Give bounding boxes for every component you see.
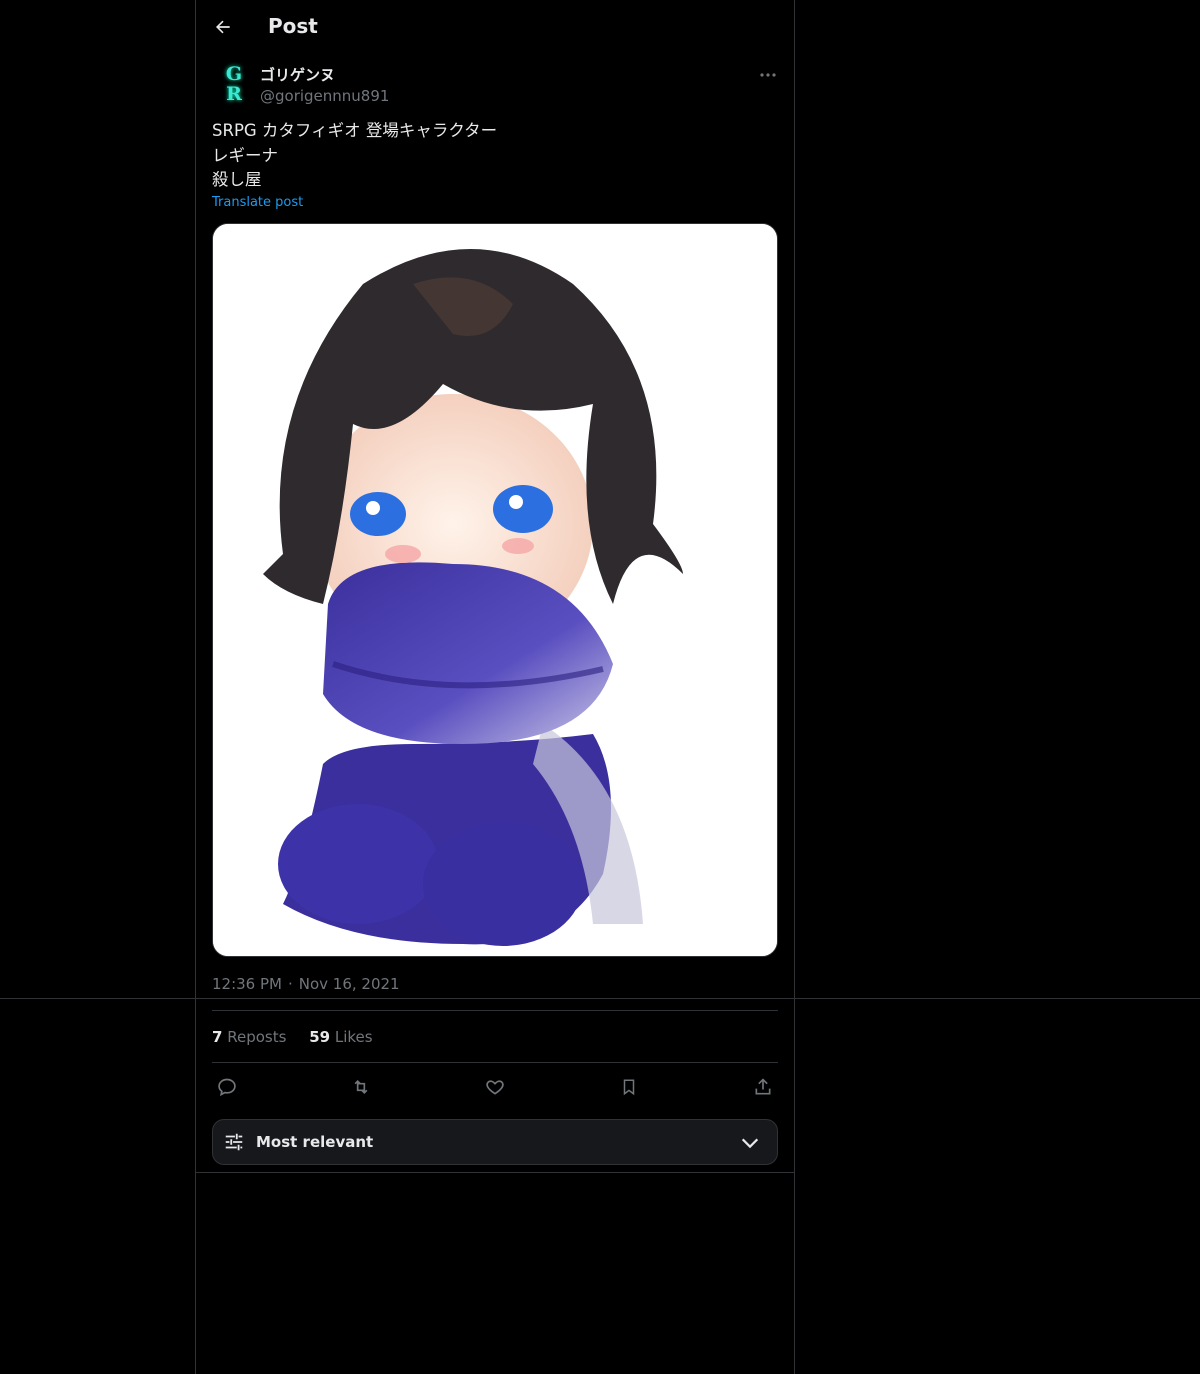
more-icon — [760, 73, 776, 77]
more-options-button[interactable] — [756, 64, 780, 86]
reply-button[interactable] — [212, 1072, 242, 1102]
reposts-count: 7 — [212, 1028, 223, 1046]
reply-icon — [218, 1078, 236, 1097]
like-button[interactable] — [480, 1072, 510, 1102]
post-date: Nov 16, 2021 — [298, 975, 400, 993]
author-handle[interactable]: @gorigennnu891 — [260, 86, 389, 106]
post-text: SRPG カタフィギオ 登場キャラクター レギーナ殺し屋 — [212, 119, 497, 193]
bookmark-icon — [623, 1079, 635, 1096]
share-icon — [755, 1078, 771, 1095]
reposts-stat[interactable]: 7 Reposts — [212, 1027, 286, 1047]
divider — [0, 998, 1200, 999]
repost-button[interactable] — [346, 1072, 376, 1102]
divider — [195, 1172, 794, 1173]
likes-label: Likes — [334, 1028, 373, 1046]
post-line: 殺し屋 — [212, 170, 262, 189]
post-actions — [212, 1072, 778, 1102]
translate-post-link[interactable]: Translate post — [212, 194, 303, 212]
post-stats: 7 Reposts 59 Likes — [212, 1027, 391, 1047]
post-time: 12:36 PM — [212, 975, 282, 993]
heart-icon — [486, 1080, 504, 1095]
post-timestamp[interactable]: 12:36 PM · Nov 16, 2021 — [212, 974, 400, 994]
illustration — [213, 224, 777, 956]
repost-icon — [354, 1079, 368, 1095]
likes-count: 59 — [309, 1028, 331, 1046]
sort-label: Most relevant — [256, 1133, 374, 1151]
sliders-icon — [225, 1133, 243, 1151]
divider — [212, 1062, 778, 1063]
share-button[interactable] — [748, 1072, 778, 1102]
arrow-left-icon — [216, 20, 230, 34]
meta-separator: · — [287, 975, 293, 993]
avatar-letter: R — [226, 83, 242, 105]
post-line: レギーナ — [212, 145, 278, 165]
back-button[interactable] — [212, 14, 234, 40]
post-image[interactable] — [212, 223, 778, 957]
avatar-letter: G — [225, 63, 243, 85]
avatar[interactable]: G R — [220, 64, 248, 106]
reposts-label: Reposts — [227, 1028, 287, 1046]
sort-replies-dropdown[interactable]: Most relevant — [212, 1119, 778, 1165]
post-line: SRPG カタフィギオ 登場キャラクター — [212, 121, 498, 140]
author-display-name[interactable]: ゴリゲンヌ — [260, 64, 335, 86]
page-title: Post — [268, 14, 318, 38]
likes-stat[interactable]: 59 Likes — [309, 1027, 372, 1047]
chevron-down-icon — [741, 1138, 759, 1149]
bookmark-button[interactable] — [614, 1072, 644, 1102]
divider — [212, 1010, 778, 1011]
